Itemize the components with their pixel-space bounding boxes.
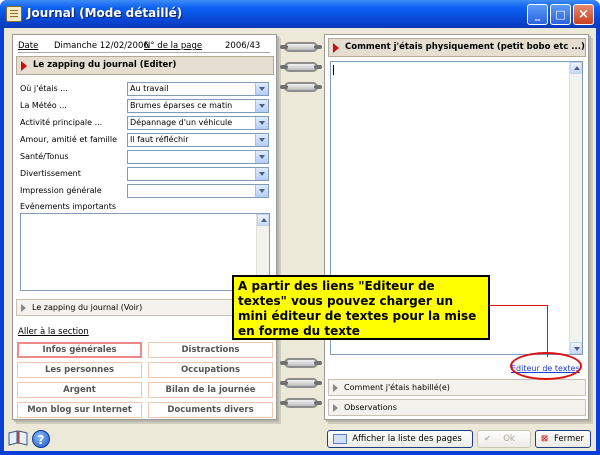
binder-ring [280, 82, 322, 92]
nav-general-info-button[interactable]: Infos générales [17, 342, 142, 358]
field-label: Impression générale [20, 186, 102, 195]
physical-state-title: Comment j'étais physiquement (petit bobo… [345, 42, 585, 52]
zapping-edit-header[interactable]: Le zapping du journal (Editer) [16, 56, 274, 75]
title-bar[interactable]: Journal (Mode détaillé) _ □ × [0, 0, 600, 28]
field-row: Santé/Tonus [20, 150, 270, 164]
field-row: Impression générale [20, 184, 270, 198]
zapping-edit-title: Le zapping du journal (Editer) [33, 60, 177, 70]
field-label: Amour, amitié et famille [20, 135, 118, 144]
select-value: Il faut réfléchir [130, 135, 189, 144]
binder-ring [280, 358, 322, 368]
dropdown-arrow-icon[interactable] [255, 117, 268, 129]
page-number-value: 2006/43 [225, 41, 261, 51]
chevron-right-icon [333, 384, 338, 392]
show-page-list-button[interactable]: Afficher la liste des pages [327, 430, 473, 448]
select-value: Brumes éparses ce matin [130, 101, 233, 110]
nav-day-summary-button[interactable]: Bilan de la journée [148, 382, 273, 398]
chevron-right-icon [333, 404, 338, 412]
field-row: Divertissement [20, 167, 270, 181]
close-button[interactable]: ⊠ Fermer [535, 430, 591, 448]
physical-state-scrollbar[interactable] [569, 62, 582, 354]
overall-impression-select[interactable] [127, 184, 269, 198]
field-label: Où j'étais ... [20, 84, 68, 93]
health-select[interactable] [127, 150, 269, 164]
show-page-list-label: Afficher la liste des pages [352, 434, 462, 444]
checkmark-icon: ✔ [484, 434, 492, 444]
binder-ring [280, 62, 322, 72]
select-value: Au travail [130, 84, 169, 93]
dropdown-arrow-icon[interactable] [255, 185, 268, 197]
callout-connector [547, 305, 548, 357]
binder-ring [280, 398, 322, 408]
window-title: Journal (Mode détaillé) [27, 6, 183, 20]
nav-money-button[interactable]: Argent [17, 382, 142, 398]
entertainment-select[interactable] [127, 167, 269, 181]
field-label: Santé/Tonus [20, 152, 69, 161]
left-page: Date Dimanche 12/02/2006 N° de la page 2… [12, 34, 277, 420]
dropdown-arrow-icon[interactable] [255, 134, 268, 146]
text-cursor [333, 65, 334, 75]
clothing-label: Comment j'étais habillé(e) [344, 383, 450, 392]
nav-distractions-button[interactable]: Distractions [148, 342, 273, 358]
field-row: Où j'étais ... Au travail [20, 82, 270, 96]
zapping-view-label: Le zapping du journal (Voir) [32, 303, 143, 312]
observations-label: Observations [344, 403, 397, 412]
expand-arrow-icon [333, 43, 339, 53]
date-value: Dimanche 12/02/2006 [54, 41, 149, 51]
date-row: Date Dimanche 12/02/2006 N° de la page 2… [18, 39, 270, 53]
journal-icon [6, 6, 22, 22]
scroll-down-icon[interactable] [570, 342, 582, 354]
maximize-button[interactable]: □ [550, 4, 571, 25]
scroll-up-icon[interactable] [257, 214, 269, 226]
nav-blog-button[interactable]: Mon blog sur Internet [17, 402, 142, 418]
book-icon[interactable] [8, 430, 28, 446]
scroll-up-icon[interactable] [570, 62, 582, 74]
field-row: La Météo ... Brumes éparses ce matin [20, 99, 270, 113]
weather-select[interactable]: Brumes éparses ce matin [127, 99, 269, 113]
field-label: La Météo ... [20, 101, 67, 110]
ok-label: Ok [503, 434, 515, 444]
tutorial-callout: A partir des liens "Editeur de textes" v… [232, 275, 490, 340]
minimize-button[interactable]: _ [527, 4, 548, 25]
list-icon [333, 434, 347, 444]
dropdown-arrow-icon[interactable] [255, 151, 268, 163]
close-x-icon: ⊠ [541, 434, 549, 444]
binder-ring [280, 42, 322, 52]
select-value: Dépannage d'un véhicule [130, 118, 233, 127]
help-icon[interactable]: ? [32, 430, 50, 448]
nav-occupations-button[interactable]: Occupations [148, 362, 273, 378]
field-row: Amour, amitié et famille Il faut réfléch… [20, 133, 270, 147]
highlight-circle [510, 352, 582, 380]
dropdown-arrow-icon[interactable] [255, 83, 268, 95]
events-label: Evénements importants [20, 202, 117, 211]
field-label: Activité principale ... [20, 118, 103, 127]
close-label: Fermer [553, 434, 584, 444]
close-window-button[interactable]: × [573, 4, 594, 25]
observations-row[interactable]: Observations [328, 399, 586, 416]
nav-documents-button[interactable]: Documents divers [148, 402, 273, 418]
date-label[interactable]: Date [18, 41, 38, 51]
dropdown-arrow-icon[interactable] [255, 100, 268, 112]
field-row: Activité principale ... Dépannage d'un v… [20, 116, 270, 130]
chevron-right-icon [21, 304, 26, 312]
ok-button[interactable]: ✔ Ok [477, 430, 531, 448]
client-area: Date Dimanche 12/02/2006 N° de la page 2… [4, 28, 596, 451]
goto-section-label: Aller à la section [18, 327, 89, 337]
field-label: Divertissement [20, 169, 81, 178]
page-number-label[interactable]: N° de la page [144, 41, 202, 51]
location-select[interactable]: Au travail [127, 82, 269, 96]
nav-people-button[interactable]: Les personnes [17, 362, 142, 378]
binder-ring [280, 378, 322, 388]
physical-state-header[interactable]: Comment j'étais physiquement (petit bobo… [328, 38, 586, 57]
clothing-row[interactable]: Comment j'étais habillé(e) [328, 379, 586, 396]
love-family-select[interactable]: Il faut réfléchir [127, 133, 269, 147]
activity-select[interactable]: Dépannage d'un véhicule [127, 116, 269, 130]
callout-connector [490, 305, 548, 306]
window: Journal (Mode détaillé) _ □ × Date Diman… [0, 0, 600, 455]
dropdown-arrow-icon[interactable] [255, 168, 268, 180]
expand-arrow-icon [21, 61, 27, 71]
